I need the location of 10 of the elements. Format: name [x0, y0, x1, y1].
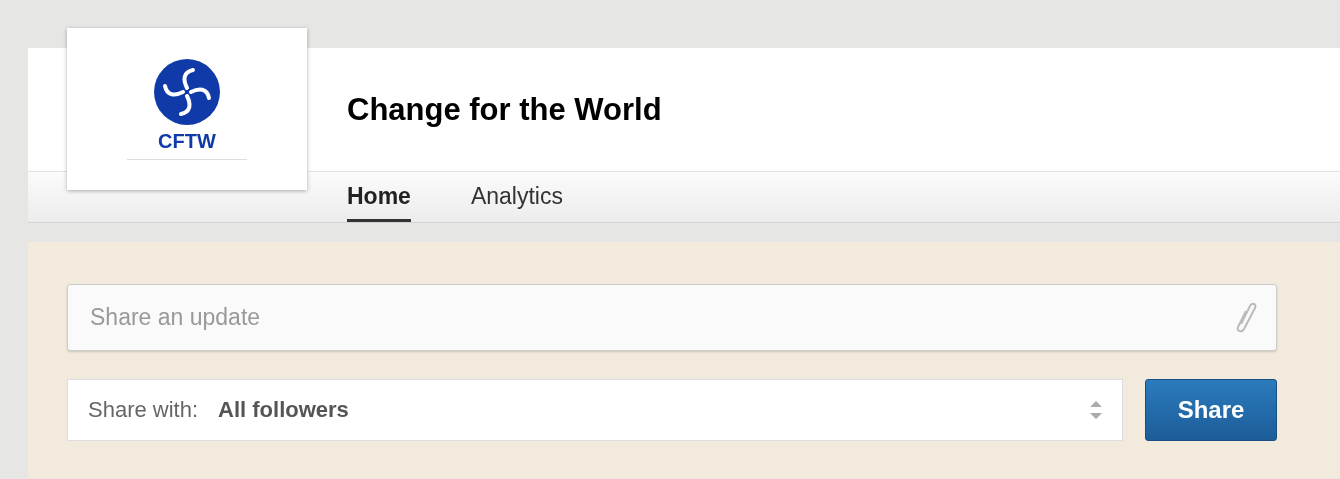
paperclip-icon[interactable]: [1235, 300, 1257, 334]
update-field[interactable]: Share an update: [67, 284, 1277, 351]
share-with-select[interactable]: Share with: All followers: [67, 379, 1123, 441]
nav-tab[interactable]: Home: [347, 183, 411, 222]
nav-tab[interactable]: Analytics: [470, 183, 563, 222]
share-button[interactable]: Share: [1145, 379, 1277, 441]
company-name: Change for the World: [347, 91, 662, 128]
sort-arrows-icon: [1088, 398, 1104, 422]
logo-text: CFTW: [127, 130, 247, 160]
logo-icon: [153, 58, 221, 126]
